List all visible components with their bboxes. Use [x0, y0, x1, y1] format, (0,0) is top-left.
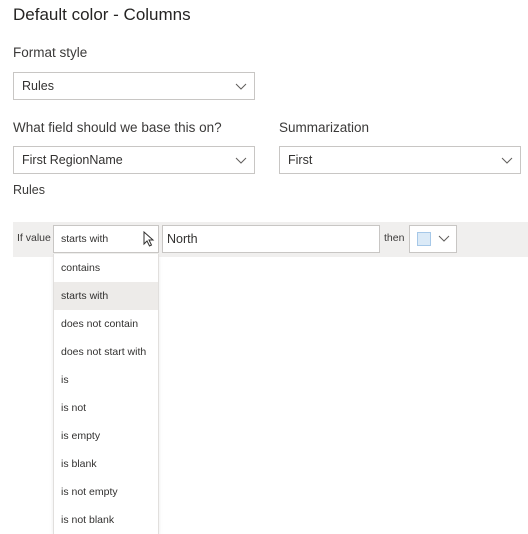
dropdown-option[interactable]: is not empty: [54, 478, 158, 506]
base-field-select[interactable]: First RegionName: [13, 146, 255, 174]
mouse-pointer-icon: [143, 230, 156, 247]
chevron-down-icon: [235, 80, 247, 92]
chevron-down-icon: [235, 154, 247, 166]
base-field-value: First RegionName: [22, 153, 123, 167]
summarization-select[interactable]: First: [279, 146, 521, 174]
chevron-down-icon: [501, 154, 513, 166]
rule-value-input[interactable]: North: [162, 225, 380, 253]
condition-dropdown-menu: contains starts with does not contain do…: [53, 254, 159, 534]
color-swatch: [417, 232, 431, 246]
base-field-label: What field should we base this on?: [13, 120, 222, 135]
dropdown-option[interactable]: contains: [54, 254, 158, 282]
dropdown-option[interactable]: is: [54, 366, 158, 394]
dropdown-option[interactable]: is not: [54, 394, 158, 422]
color-picker[interactable]: [409, 225, 457, 253]
if-value-label: If value: [17, 232, 51, 244]
rules-label: Rules: [13, 183, 45, 197]
format-style-value: Rules: [22, 79, 54, 93]
dropdown-option[interactable]: starts with: [54, 282, 158, 310]
summarization-label: Summarization: [279, 120, 370, 135]
summarization-value: First: [288, 153, 313, 167]
panel-title: Default color - Columns: [13, 5, 191, 24]
dropdown-option[interactable]: does not start with: [54, 338, 158, 366]
condition-value: starts with: [61, 233, 109, 245]
dropdown-option[interactable]: is empty: [54, 422, 158, 450]
dropdown-option[interactable]: is not blank: [54, 506, 158, 534]
then-label: then: [384, 232, 405, 244]
chevron-down-icon: [438, 232, 450, 244]
dropdown-option[interactable]: is blank: [54, 450, 158, 478]
format-style-select[interactable]: Rules: [13, 72, 255, 100]
format-style-label: Format style: [13, 45, 88, 60]
dropdown-option[interactable]: does not contain: [54, 310, 158, 338]
